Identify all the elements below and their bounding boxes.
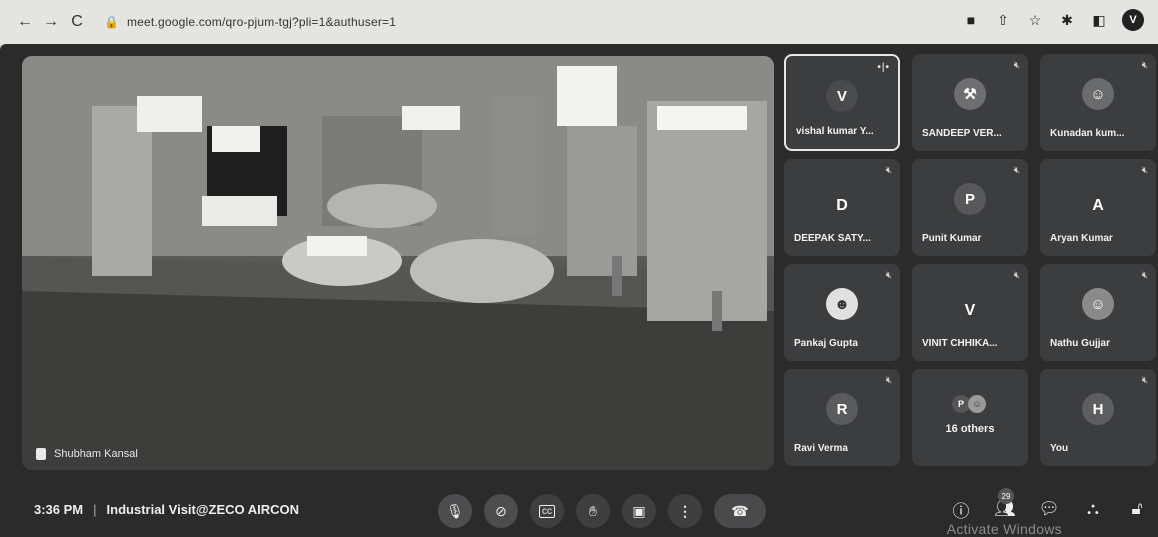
meeting-title: Industrial Visit@ZECO AIRCON (106, 502, 300, 517)
camera-toggle-button[interactable]: ⊘ (484, 494, 518, 528)
participant-tile[interactable]: 🔇︎ ☻ Pankaj Gupta (784, 264, 900, 361)
avatar: R (826, 393, 858, 425)
avatar: H (1082, 393, 1114, 425)
presenter-label: Shubham Kansal (36, 448, 138, 460)
meet-window: Shubham Kansal •|• V vishal kumar Y... 🔇… (0, 44, 1158, 537)
profile-avatar[interactable]: V (1122, 9, 1144, 31)
host-controls-button[interactable]: 🔓︎ (1126, 498, 1148, 520)
self-tile[interactable]: 🔇︎ H You (1040, 369, 1156, 466)
mic-off-icon: 🔇︎ (1013, 165, 1020, 176)
people-count-badge: 29 (998, 488, 1014, 504)
others-tile[interactable]: P ☺ 16 others (912, 369, 1028, 466)
lock-icon[interactable]: 🔒 (104, 15, 119, 29)
lock-person-icon: 🔓︎ (1131, 499, 1143, 518)
more-vert-icon: ⋮ (678, 502, 692, 519)
mic-off-icon: 🔇︎ (885, 375, 892, 386)
mic-off-icon: 🎙︎ (446, 502, 464, 519)
mic-off-icon: 🔇︎ (885, 270, 892, 281)
participant-tile[interactable]: 🔇︎ ⚒ SANDEEP VER... (912, 54, 1028, 151)
mic-off-icon: 🔇︎ (1141, 60, 1148, 71)
captions-icon: cc (539, 504, 555, 518)
leave-call-button[interactable]: ☎︎ (714, 494, 766, 528)
avatar: ☻ (826, 288, 858, 320)
chat-icon: 💬︎ (1038, 499, 1060, 518)
participant-tile[interactable]: 🔇︎ D DEEPAK SATY... (784, 159, 900, 256)
mic-off-icon: 🔇︎ (1141, 165, 1148, 176)
participant-name: DEEPAK SATY... (794, 233, 871, 244)
mic-off-icon: 🔇︎ (1013, 60, 1020, 71)
activities-icon: ⛬ (1087, 499, 1099, 518)
participant-tile[interactable]: 🔇︎ ☺ Kunadan kum... (1040, 54, 1156, 151)
more-options-button[interactable]: ⋮ (668, 494, 702, 528)
raise-hand-button[interactable]: ✋︎ (576, 494, 610, 528)
participant-tile[interactable]: 🔇︎ R Ravi Verma (784, 369, 900, 466)
participant-name: VINIT CHHIKA... (922, 338, 998, 349)
avatar: ☺ (1082, 78, 1114, 110)
share-icon[interactable]: ⇧ (994, 11, 1012, 29)
side-panel-icon[interactable]: ◧ (1090, 11, 1108, 29)
avatar: ⚒ (954, 78, 986, 110)
speaking-indicator-icon: •|• (877, 62, 890, 73)
extensions-icon[interactable]: ✱ (1058, 11, 1076, 29)
present-screen-icon: ▣ (632, 502, 646, 519)
participant-name: vishal kumar Y... (796, 126, 874, 137)
participant-name: Punit Kumar (922, 233, 982, 244)
pin-icon (36, 448, 46, 460)
camera-icon[interactable]: ■ (962, 11, 980, 29)
others-count: 16 others (945, 423, 995, 435)
mic-off-icon: 🔇︎ (885, 165, 892, 176)
camera-off-icon: ⊘ (495, 502, 507, 519)
participant-name: You (1050, 443, 1069, 454)
divider: | (93, 502, 97, 517)
meeting-details-button[interactable]: ⓘ (950, 498, 972, 521)
participant-name: Pankaj Gupta (794, 338, 858, 349)
meeting-time: 3:36 PM (34, 502, 84, 517)
reload-icon[interactable]: C (64, 9, 90, 35)
participant-name: Aryan Kumar (1050, 233, 1113, 244)
back-arrow-icon[interactable]: ← (12, 9, 38, 35)
people-button[interactable]: 29 👥︎ (994, 488, 1016, 520)
star-icon[interactable]: ☆ (1026, 11, 1044, 29)
chat-button[interactable]: 💬︎ (1038, 498, 1060, 520)
participant-tile[interactable]: 🔇︎ A Aryan Kumar (1040, 159, 1156, 256)
participant-tile[interactable]: 🔇︎ V VINIT CHHIKA... (912, 264, 1028, 361)
meeting-info: 3:36 PM | Industrial Visit@ZECO AIRCON (34, 502, 299, 517)
avatar: ☺ (968, 395, 986, 413)
captions-button[interactable]: cc (530, 494, 564, 528)
avatar: D (836, 197, 848, 214)
presenter-name: Shubham Kansal (54, 448, 138, 460)
present-button[interactable]: ▣ (622, 494, 656, 528)
avatar: A (1092, 197, 1104, 214)
mic-off-icon: 🔇︎ (1013, 270, 1020, 281)
hang-up-icon: ☎︎ (731, 502, 749, 519)
activation-watermark: Activate Windows (946, 521, 1062, 537)
mic-off-icon: 🔇︎ (1141, 375, 1148, 386)
mic-off-icon: 🔇︎ (1141, 270, 1148, 281)
participant-name: SANDEEP VER... (922, 128, 1002, 139)
mic-toggle-button[interactable]: 🎙︎ (438, 494, 472, 528)
main-video[interactable]: Shubham Kansal (22, 56, 774, 470)
avatar: V (826, 80, 858, 112)
call-controls: 🎙︎ ⊘ cc ✋︎ ▣ ⋮ ☎︎ (438, 494, 766, 528)
info-icon: ⓘ (952, 501, 970, 521)
forward-arrow-icon[interactable]: → (38, 9, 64, 35)
participant-name: Ravi Verma (794, 443, 848, 454)
side-controls: ⓘ 29 👥︎ 💬︎ ⛬ 🔓︎ (950, 488, 1148, 521)
participant-name: Kunadan kum... (1050, 128, 1125, 139)
avatar: V (964, 302, 976, 319)
participant-grid: •|• V vishal kumar Y... 🔇︎ ⚒ SANDEEP VER… (784, 54, 1158, 468)
address-bar[interactable]: meet.google.com/qro-pjum-tgj?pli=1&authu… (127, 15, 396, 29)
hand-icon: ✋︎ (589, 502, 597, 519)
participant-tile[interactable]: 🔇︎ ☺ Nathu Gujjar (1040, 264, 1156, 361)
participant-name: Nathu Gujjar (1050, 338, 1111, 349)
participant-tile[interactable]: 🔇︎ P Punit Kumar (912, 159, 1028, 256)
avatar: ☺ (1082, 288, 1114, 320)
browser-toolbar: ← → C 🔒 meet.google.com/qro-pjum-tgj?pli… (0, 0, 1158, 44)
participant-tile[interactable]: •|• V vishal kumar Y... (784, 54, 900, 151)
activities-button[interactable]: ⛬ (1082, 498, 1104, 520)
control-bar: 3:36 PM | Industrial Visit@ZECO AIRCON 🎙… (0, 484, 1158, 537)
avatar: P (954, 183, 986, 215)
video-frame (22, 56, 774, 470)
